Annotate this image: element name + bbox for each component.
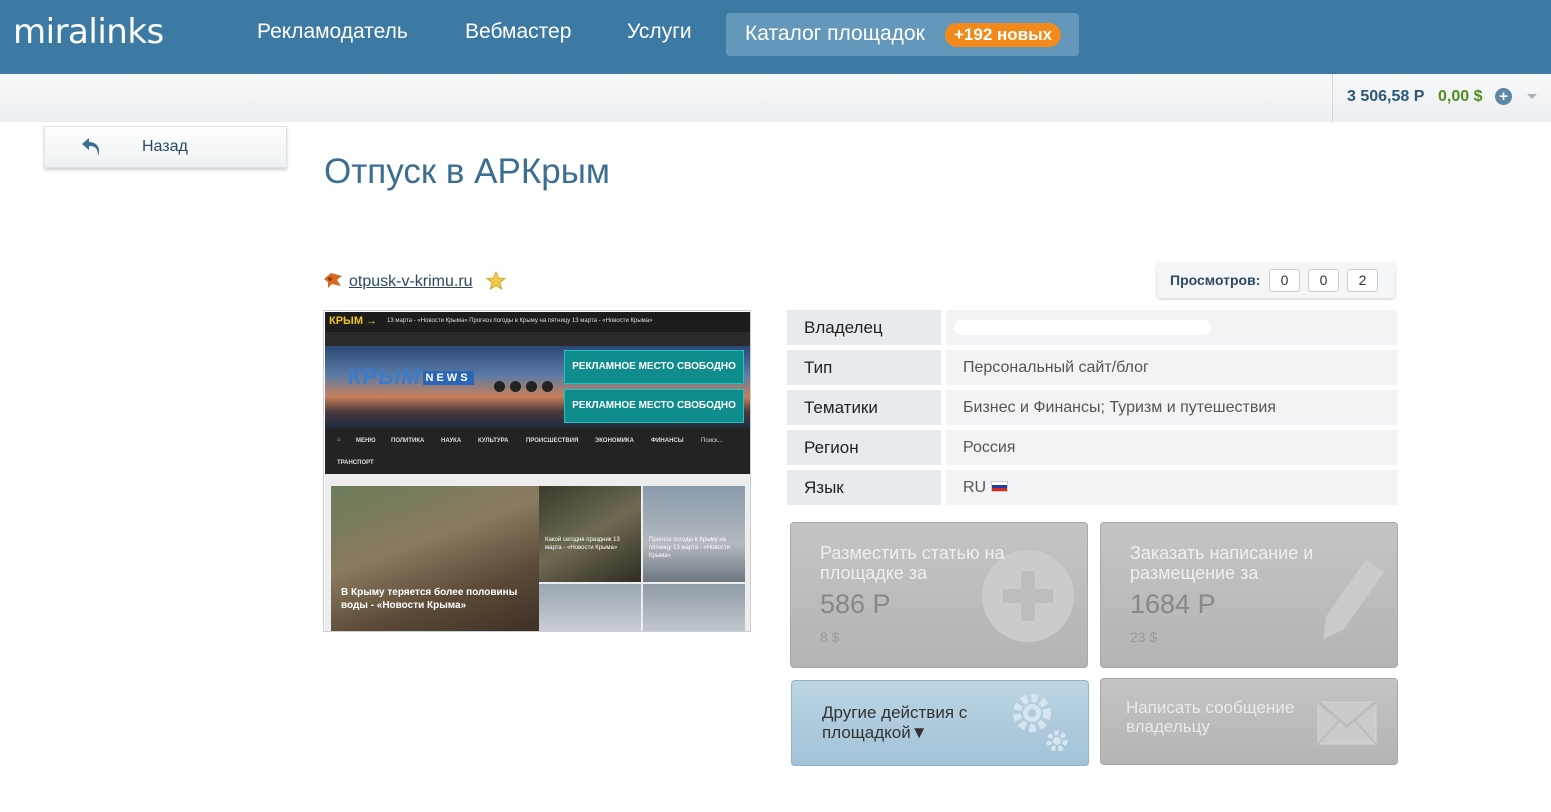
nav-catalog[interactable]: Каталог площадок +192 новых <box>726 13 1079 56</box>
preview-ticker: 13 марта - «Новости Крыма» Прогноз погод… <box>387 318 653 324</box>
facebook-icon <box>494 381 505 392</box>
preview-menu-item: ПОЛИТИКА <box>391 438 425 444</box>
top-nav: miralinks Рекламодатель Вебмастер Услуги… <box>0 0 1551 74</box>
preview-news-grid: В Крыму теряется более половины воды - «… <box>325 474 750 631</box>
preview-menu-item: МЕНЮ <box>356 438 376 444</box>
preview-menu: ⌂ МЕНЮ ПОЛИТИКА НАУКА КУЛЬТУРА ПРОИСШЕСТ… <box>325 428 750 474</box>
new-count-badge: +192 новых <box>945 23 1062 47</box>
preview-article: Какой сегодня праздник 13 марта - «Новос… <box>539 486 641 582</box>
message-owner-title: Написать сообщение владельцу <box>1126 698 1295 736</box>
order-writing-usd: 23 $ <box>1130 629 1158 645</box>
preview-main-caption: В Крыму теряется более половины воды - «… <box>341 587 518 611</box>
preview-topbar: КРЫМ → 13 марта - «Новости Крыма» Прогно… <box>325 312 750 332</box>
preview-hero: КРЫМ NEWS РЕКЛАМНОЕ МЕСТО СВОБОДНО РЕКЛАМ… <box>325 346 750 428</box>
place-article-button[interactable]: Разместить статью на площадке за 586 Р 8… <box>790 522 1088 668</box>
preview-menu-item: КУЛЬТУРА <box>478 438 509 444</box>
info-key: Владелец <box>787 310 941 345</box>
preview-breadcrumbs <box>325 332 750 346</box>
info-key: Регион <box>787 430 941 465</box>
site-favicon-icon <box>324 273 342 288</box>
balance-usd: 0,00 $ <box>1438 88 1483 105</box>
order-writing-price: 1684 Р <box>1130 589 1216 619</box>
russia-flag-icon <box>991 481 1009 493</box>
preview-logo: КРЫМ NEWS <box>348 364 474 390</box>
message-owner-button[interactable]: Написать сообщение владельцу <box>1100 678 1398 765</box>
place-article-title: Разместить статью на площадке за <box>820 543 1005 583</box>
views-value: 0 <box>1308 269 1339 292</box>
place-article-usd: 8 $ <box>820 629 840 645</box>
views-label: Просмотров: <box>1170 272 1261 288</box>
divider <box>1332 74 1333 122</box>
preview-menu-item: ТРАНСПОРТ <box>337 460 374 466</box>
info-value: Бизнес и Финансы; Туризм и путешествия <box>946 390 1397 425</box>
views-counter: Просмотров: 0 0 2 <box>1157 263 1395 298</box>
preview-article <box>643 584 745 631</box>
gear-icon <box>1013 694 1068 752</box>
balance-rub: 3 506,58 Р <box>1347 88 1425 105</box>
back-label: Назад <box>142 138 188 155</box>
other-actions-button[interactable]: Другие действия с площадкой▼ <box>791 680 1089 766</box>
logo[interactable]: miralinks <box>13 12 164 52</box>
preview-ad-banner: РЕКЛАМНОЕ МЕСТО СВОБОДНО <box>564 350 744 384</box>
twitter-icon <box>510 381 521 392</box>
social-icon <box>526 381 537 392</box>
site-url-link[interactable]: otpusk-v-krimu.ru <box>349 273 473 291</box>
nav-services[interactable]: Услуги <box>627 20 692 44</box>
chevron-down-icon[interactable] <box>1527 94 1537 99</box>
info-key: Тип <box>787 350 941 385</box>
preview-menu-item: НАУКА <box>441 438 462 444</box>
views-value: 0 <box>1269 269 1300 292</box>
preview-search: Поиск... <box>701 438 723 444</box>
owner-name-redacted <box>954 320 1211 335</box>
order-writing-title: Заказать написание и размещение за <box>1130 543 1314 583</box>
balance-bar: 3 506,58 Р 0,00 $ + <box>0 74 1551 122</box>
preview-brand: КРЫМ → <box>329 315 378 327</box>
site-screenshot[interactable]: КРЫМ → 13 марта - «Новости Крыма» Прогно… <box>323 310 751 632</box>
info-key: Язык <box>787 470 941 505</box>
preview-logo-tag: NEWS <box>422 371 474 386</box>
star-icon[interactable] <box>486 271 506 291</box>
back-button[interactable]: Назад <box>44 126 287 168</box>
preview-article-caption: Прогноз погоды в Крыму на пятницу 13 мар… <box>649 537 730 559</box>
preview-article-caption: Какой сегодня праздник 13 марта - «Новос… <box>545 537 620 551</box>
nav-webmaster[interactable]: Вебмастер <box>465 20 571 44</box>
order-writing-button[interactable]: Заказать написание и размещение за 1684 … <box>1100 522 1398 668</box>
preview-main-article: В Крыму теряется более половины воды - «… <box>331 486 539 631</box>
back-arrow-icon <box>82 138 99 156</box>
preview-menu-item: ПРОИСШЕСТВИЯ <box>526 438 579 444</box>
preview-logo-word: КРЫМ <box>348 364 421 389</box>
views-value: 2 <box>1347 269 1378 292</box>
nav-catalog-label: Каталог площадок <box>745 22 925 45</box>
add-funds-icon[interactable]: + <box>1495 88 1512 105</box>
info-key: Тематики <box>787 390 941 425</box>
preview-article: Прогноз погоды в Крыму на пятницу 13 мар… <box>643 486 745 582</box>
info-value: Россия <box>946 430 1397 465</box>
preview-article <box>539 584 641 631</box>
preview-menu-item: ФИНАНСЫ <box>651 438 684 444</box>
info-value: Персональный сайт/блог <box>946 350 1397 385</box>
nav-advertiser[interactable]: Рекламодатель <box>257 20 408 44</box>
preview-menu-item: ЭКОНОМИКА <box>595 438 634 444</box>
other-actions-title: Другие действия с площадкой▼ <box>822 703 968 742</box>
preview-ad-banner: РЕКЛАМНОЕ МЕСТО СВОБОДНО <box>564 389 744 423</box>
envelope-icon <box>1317 701 1377 745</box>
place-article-price: 586 Р <box>820 589 891 619</box>
info-value: RU <box>946 470 1397 505</box>
language-code: RU <box>963 479 987 496</box>
social-icon <box>542 381 553 392</box>
info-value <box>946 310 1397 345</box>
page-title: Отпуск в АРКрым <box>324 152 610 191</box>
preview-home-icon: ⌂ <box>337 437 341 443</box>
